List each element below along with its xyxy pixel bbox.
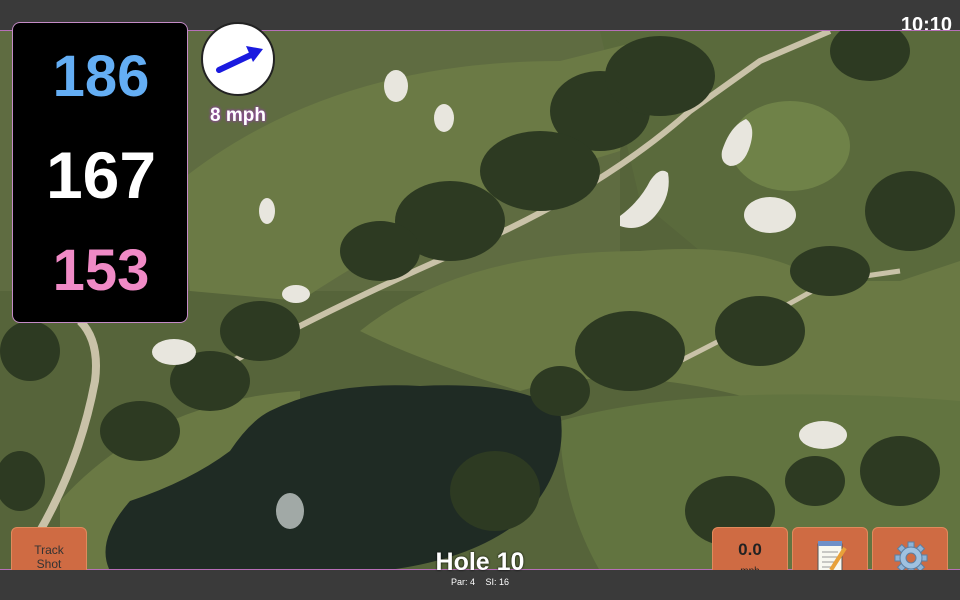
middle-distance: 167 (45, 138, 157, 212)
front-distance: 153 (52, 238, 150, 303)
wind-indicator[interactable] (201, 22, 275, 96)
hole-info: Par: 4 SI: 16 (380, 577, 580, 587)
wind-speed: 8 mph (210, 105, 266, 126)
track-shot-label: Track Shot (34, 543, 64, 571)
hole-par: Par: 4 (450, 577, 475, 587)
hole-stroke-index: SI: 16 (485, 577, 510, 587)
hole-title: Hole 10 (435, 548, 525, 576)
wind-arrow-icon (216, 46, 263, 73)
speed-value: 0.0 (738, 540, 762, 559)
distance-panel: 186 167 153 (12, 22, 188, 323)
back-distance: 186 (52, 44, 150, 109)
